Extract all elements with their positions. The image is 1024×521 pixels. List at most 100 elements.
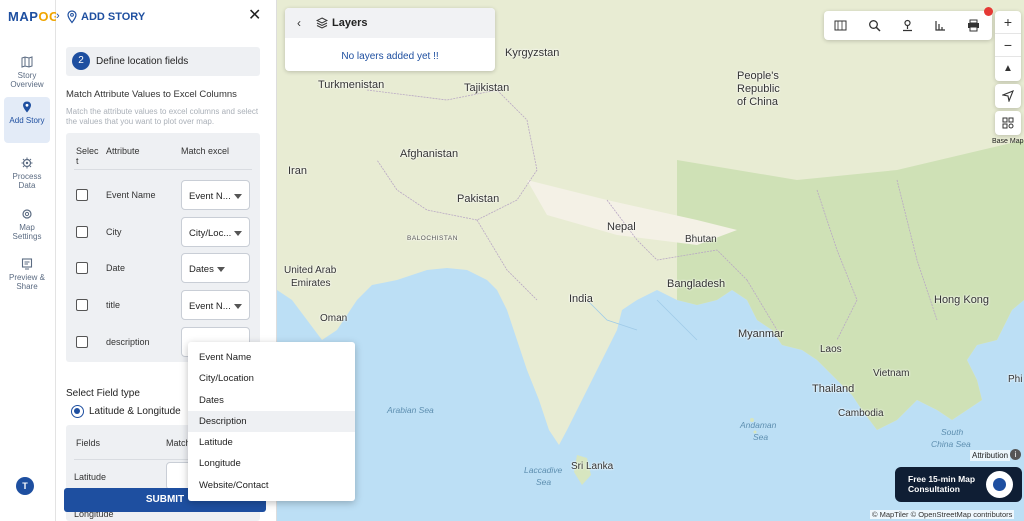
rail-item-map-settings[interactable]: Map Settings bbox=[4, 204, 50, 250]
header-match-excel: Match excel bbox=[181, 146, 230, 156]
caret-down-icon bbox=[234, 304, 242, 309]
zoom-out-button[interactable]: − bbox=[995, 34, 1021, 57]
layers-icon bbox=[316, 17, 328, 29]
layers-title: Layers bbox=[332, 17, 368, 29]
map-label: of China bbox=[737, 96, 778, 108]
basemap-button[interactable] bbox=[995, 111, 1021, 135]
chat-bubble-icon[interactable] bbox=[986, 471, 1013, 498]
row-checkbox[interactable] bbox=[76, 262, 88, 274]
rail-item-story-overview[interactable]: Story Overview bbox=[4, 52, 50, 98]
step-header: 2 Define location fields bbox=[66, 47, 260, 76]
panel-header: › ADD STORY ✕ bbox=[56, 0, 277, 36]
excel-column-select[interactable]: Dates bbox=[181, 253, 250, 283]
location-pin-icon bbox=[23, 101, 31, 113]
map-label: Cambodia bbox=[838, 408, 884, 419]
match-section-description: Match the attribute values to excel colu… bbox=[66, 107, 259, 126]
step-number-badge: 2 bbox=[72, 52, 90, 70]
map-canvas[interactable]: Kyrgyzstan Tajikistan Turkmenistan Peopl… bbox=[277, 0, 1024, 521]
map-toolbar bbox=[824, 11, 992, 40]
map-label: Phi bbox=[1008, 374, 1023, 385]
attribute-match-table: Selec t Attribute Match excel Event Name … bbox=[66, 133, 260, 362]
notification-badge bbox=[984, 7, 993, 16]
attribution-label[interactable]: Attribution bbox=[970, 450, 1011, 461]
attribute-name: City bbox=[106, 227, 122, 237]
row-checkbox[interactable] bbox=[76, 189, 88, 201]
map-label: BALOCHISTAN bbox=[407, 235, 458, 242]
dropdown-option[interactable]: Dates bbox=[188, 390, 355, 411]
map-label: Laos bbox=[820, 344, 842, 355]
zoom-in-button[interactable]: + bbox=[995, 11, 1021, 34]
layers-empty-message: No layers added yet !! bbox=[341, 51, 439, 62]
map-label: Andaman bbox=[740, 420, 777, 430]
map-label: Turkmenistan bbox=[318, 79, 385, 91]
location-pin-outline-icon bbox=[67, 10, 77, 24]
locate-button[interactable] bbox=[995, 84, 1021, 108]
dropdown-option[interactable]: City/Location bbox=[188, 368, 355, 389]
basemap-shapes bbox=[277, 0, 1024, 485]
map-label: Oman bbox=[320, 313, 348, 324]
map-label: Myanmar bbox=[738, 328, 784, 340]
gear-icon bbox=[21, 157, 33, 169]
layers-panel: ‹ Layers No layers added yet !! bbox=[285, 8, 495, 71]
dropdown-option[interactable]: Website/Contact bbox=[188, 475, 355, 496]
consultation-banner[interactable]: Free 15-min Map Consultation bbox=[895, 467, 1022, 502]
match-section-title: Match Attribute Values to Excel Columns bbox=[66, 89, 237, 100]
map-label: Laccadive bbox=[524, 465, 563, 475]
table-row: title Event N... bbox=[66, 290, 260, 322]
attribute-name: description bbox=[106, 337, 150, 347]
dropdown-option-highlighted[interactable]: Description bbox=[188, 410, 355, 433]
map-label: People's bbox=[737, 70, 779, 82]
rail-item-process-data[interactable]: Process Data bbox=[4, 153, 50, 199]
map-label: Arabian Sea bbox=[387, 405, 434, 415]
measure-icon[interactable] bbox=[934, 19, 947, 32]
map-view-icon[interactable] bbox=[834, 19, 847, 32]
map-label: Bhutan bbox=[685, 234, 717, 245]
header-divider bbox=[74, 169, 252, 170]
map-label: Kyrgyzstan bbox=[505, 47, 560, 59]
collapse-chevron-icon[interactable]: › bbox=[56, 8, 64, 24]
field-type-label: Select Field type bbox=[66, 388, 140, 399]
field-row-latitude: Latitude bbox=[74, 472, 107, 482]
rail-item-preview-share[interactable]: Preview & Share bbox=[4, 254, 50, 300]
map-label: Tajikistan bbox=[464, 82, 510, 94]
print-icon[interactable] bbox=[967, 19, 980, 32]
map-label: United Arab bbox=[284, 265, 337, 276]
map-credit: © MapTiler © OpenStreetMap contributors bbox=[870, 510, 1015, 519]
fields-match-header: Match bbox=[166, 438, 191, 448]
map-label: Republic bbox=[737, 83, 780, 95]
map-label: Emirates bbox=[291, 278, 331, 289]
dropdown-option[interactable]: Latitude bbox=[188, 432, 355, 453]
mapog-logo[interactable]: MAPOG bbox=[8, 9, 60, 24]
header-attribute: Attribute bbox=[106, 146, 140, 156]
excel-column-select[interactable]: City/Loc... bbox=[181, 217, 250, 247]
panel-title: ADD STORY bbox=[81, 11, 146, 23]
excel-column-select[interactable]: Event N... bbox=[181, 180, 250, 210]
preview-icon bbox=[21, 258, 33, 270]
settings-icon bbox=[22, 209, 32, 219]
latlng-radio-label: Latitude & Longitude bbox=[89, 406, 181, 417]
back-chevron-icon[interactable]: ‹ bbox=[297, 16, 301, 30]
table-row: City City/Loc... bbox=[66, 217, 260, 249]
info-icon[interactable]: i bbox=[1010, 449, 1021, 460]
map-label: Thailand bbox=[812, 383, 855, 395]
dropdown-option[interactable]: Event Name bbox=[188, 347, 355, 368]
dropdown-option[interactable]: Longitude bbox=[188, 453, 355, 474]
header-select: Selec t bbox=[76, 146, 99, 166]
compass-button[interactable]: ▲ bbox=[995, 57, 1021, 80]
map-label: Pakistan bbox=[457, 193, 500, 205]
user-location-icon[interactable] bbox=[901, 19, 914, 32]
excel-column-select[interactable]: Event N... bbox=[181, 290, 250, 320]
user-avatar[interactable]: T bbox=[16, 477, 34, 495]
basemap-icon bbox=[1002, 117, 1014, 129]
row-checkbox[interactable] bbox=[76, 226, 88, 238]
close-icon[interactable]: ✕ bbox=[248, 8, 261, 24]
map-label: China Sea bbox=[931, 439, 971, 449]
consultation-text: Free 15-min Map Consultation bbox=[908, 474, 976, 494]
search-icon[interactable] bbox=[868, 19, 881, 32]
caret-down-icon bbox=[234, 194, 242, 199]
map-label: Afghanistan bbox=[400, 148, 459, 160]
row-checkbox[interactable] bbox=[76, 299, 88, 311]
rail-item-add-story[interactable]: Add Story bbox=[4, 97, 50, 143]
row-checkbox[interactable] bbox=[76, 336, 88, 348]
latlng-radio[interactable] bbox=[71, 405, 84, 418]
